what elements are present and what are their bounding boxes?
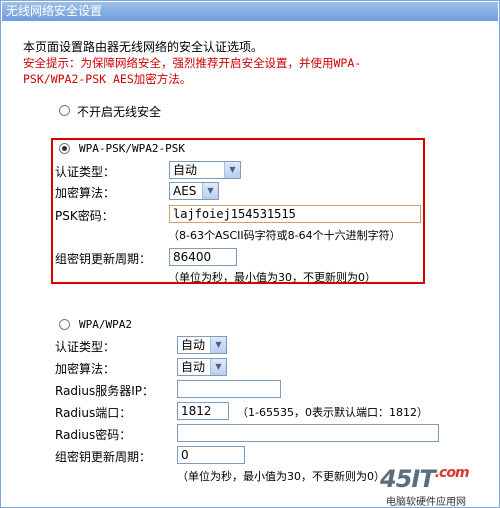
watermark-logo: 45IT.com [380, 465, 470, 493]
chevron-down-icon: ▼ [202, 183, 218, 199]
wpa-renew-input[interactable]: 0 [177, 446, 245, 464]
radius-ip-input[interactable] [177, 380, 281, 398]
radius-password-input[interactable] [177, 424, 439, 442]
wpa-auth-type-select[interactable]: 自动 ▼ [177, 336, 227, 354]
wpa-label: WPA/WPA2 [79, 318, 132, 331]
wpa-psk-renew-hint: （单位为秒，最小值为30，不更新则为0） [168, 271, 376, 284]
radius-port-label: Radius端口： [55, 406, 132, 420]
radius-port-hint: （1-65535，0表示默认端口：1812） [237, 406, 428, 419]
security-warning-line1: 安全提示：为保障网络安全，强烈推荐开启安全设置，并使用WPA- [23, 56, 362, 70]
psk-password-input[interactable]: lajfoiej154531515 [169, 205, 421, 223]
wpa-psk-auth-type-select[interactable]: 自动 ▼ [169, 161, 241, 179]
description-text: 本页面设置路由器无线网络的安全认证选项。 [23, 40, 264, 54]
security-warning-line2: PSK/WPA2-PSK AES加密方法。 [23, 72, 192, 86]
wpa-psk-label: WPA-PSK/WPA2-PSK [79, 142, 185, 155]
wpa-psk-renew-label: 组密钥更新周期： [55, 252, 152, 266]
page-title: 无线网络安全设置 [2, 2, 498, 21]
chevron-down-icon: ▼ [224, 162, 240, 178]
wpa-auth-type-label: 认证类型： [55, 340, 116, 354]
wpa-psk-encryption-label: 加密算法： [55, 186, 116, 200]
no-security-label: 不开启无线安全 [77, 105, 162, 119]
wpa-renew-label: 组密钥更新周期： [55, 450, 152, 464]
chevron-down-icon: ▼ [210, 337, 226, 353]
radius-password-label: Radius密码： [55, 428, 132, 442]
wpa-encryption-label: 加密算法： [55, 362, 116, 376]
wpa-psk-auth-type-value: 自动 [173, 163, 198, 177]
wpa-psk-radio[interactable] [59, 143, 70, 154]
wpa-psk-auth-type-label: 认证类型： [55, 165, 116, 179]
chevron-down-icon: ▼ [210, 359, 226, 375]
wpa-psk-encryption-value: AES [173, 184, 197, 198]
page-description: 本页面设置路由器无线网络的安全认证选项。 安全提示：为保障网络安全，强烈推荐开启… [23, 39, 483, 87]
psk-password-hint: （8-63个ASCII码字符或8-64个十六进制字符） [168, 229, 401, 242]
settings-panel: 无线网络安全设置 本页面设置路由器无线网络的安全认证选项。 安全提示：为保障网络… [0, 0, 500, 508]
psk-password-label: PSK密码： [55, 209, 114, 223]
wpa-renew-hint: （单位为秒，最小值为30，不更新则为0） [177, 470, 385, 483]
wpa-auth-type-value: 自动 [181, 338, 206, 352]
wpa-radio[interactable] [59, 319, 70, 330]
radius-ip-label: Radius服务器IP： [55, 384, 155, 398]
wpa-encryption-select[interactable]: 自动 ▼ [177, 358, 227, 376]
radius-port-input[interactable]: 1812 [177, 402, 229, 420]
no-security-radio[interactable] [59, 105, 70, 116]
wpa-psk-encryption-select[interactable]: AES ▼ [169, 182, 219, 200]
watermark-subtitle: 电脑软硬件应用网 [386, 497, 466, 508]
wpa-encryption-value: 自动 [181, 360, 206, 374]
site-watermark: 45IT.com 电脑软硬件应用网 [366, 465, 496, 508]
wpa-psk-renew-input[interactable]: 86400 [169, 248, 237, 266]
